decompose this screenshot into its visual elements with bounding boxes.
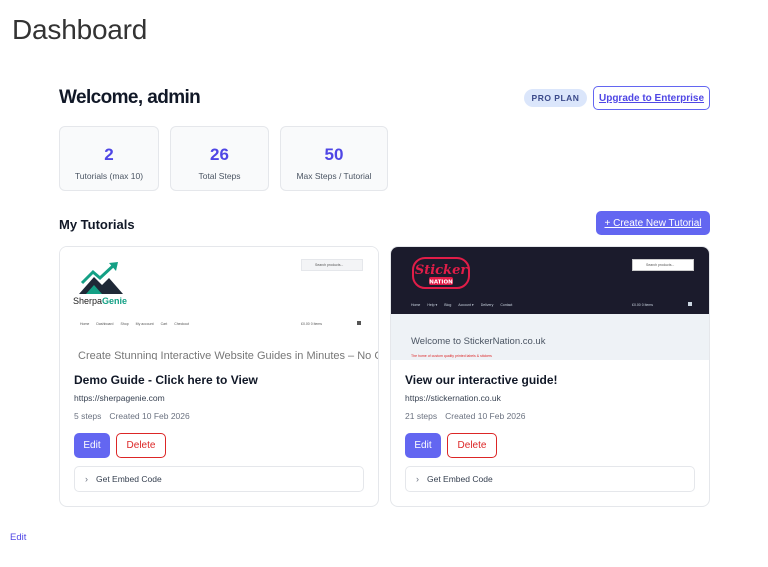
chevron-right-icon: › [85,474,88,484]
welcome-heading: Welcome, admin [59,87,201,108]
cart-icon [357,321,361,325]
plan-badge: PRO PLAN [524,89,587,107]
tutorial-title[interactable]: Demo Guide - Click here to View [74,373,258,387]
footer-edit-link[interactable]: Edit [10,532,26,543]
tutorial-meta: 21 steps Created 10 Feb 2026 [405,411,526,421]
thumbnail-hero-subtitle: The home of custom quality printed label… [411,354,492,358]
sherpagenie-logo-icon [79,262,123,294]
upgrade-enterprise-button[interactable]: Upgrade to Enterprise [593,86,710,110]
embed-code-label: Get Embed Code [96,474,162,484]
tutorial-url: https://sherpagenie.com [74,393,165,403]
stickernation-logo-icon: Sticker NATION [412,257,470,289]
thumbnail-nav: Home Help ▾ Blog Account ▾ Delivery Contact [411,303,513,307]
thumbnail-hero-title: Welcome to StickerNation.co.uk [411,336,546,347]
thumbnail-brand: SherpaGenie [73,296,128,306]
tutorial-title[interactable]: View our interactive guide! [405,373,557,387]
tutorial-meta: 5 steps Created 10 Feb 2026 [74,411,190,421]
page-title: Dashboard [12,14,148,45]
tutorial-thumbnail[interactable]: Sticker NATION Search products... Home He… [391,247,709,360]
thumbnail-search: Search products... [632,259,694,271]
stat-card-tutorials: 2 Tutorials (max 10) [59,126,159,191]
tutorial-card-stickernation: Sticker NATION Search products... Home He… [390,246,710,507]
thumbnail-price: £0.00 0 items [301,322,323,326]
edit-button[interactable]: Edit [74,433,110,458]
stat-label: Max Steps / Tutorial [296,171,372,181]
chevron-right-icon: › [416,474,419,484]
delete-button[interactable]: Delete [116,433,166,458]
tutorial-card-sherpagenie: SherpaGenie Search products... Home Dashb… [59,246,379,507]
stat-value: 50 [324,145,344,164]
stat-value: 2 [104,145,114,164]
stat-card-max-steps: 50 Max Steps / Tutorial [280,126,388,191]
stat-value: 26 [210,145,229,164]
thumbnail-nav: Home Dashboard Shop My account Cart Checkout [80,322,189,326]
embed-code-toggle[interactable]: › Get Embed Code [405,466,695,492]
tutorial-url: https://stickernation.co.uk [405,393,501,403]
svg-text:Sticker: Sticker [415,263,469,278]
tutorial-thumbnail[interactable]: SherpaGenie Search products... Home Dashb… [60,247,378,360]
thumbnail-hero: Welcome to StickerNation.co.uk The home … [391,314,709,360]
stat-label: Tutorials (max 10) [74,171,144,181]
cart-icon [688,302,692,306]
embed-code-label: Get Embed Code [427,474,493,484]
edit-button[interactable]: Edit [405,433,441,458]
embed-code-toggle[interactable]: › Get Embed Code [74,466,364,492]
create-tutorial-button[interactable]: + Create New Tutorial [596,211,710,235]
thumbnail-hero-text: Create Stunning Interactive Website Guid… [78,350,378,360]
stat-card-total-steps: 26 Total Steps [170,126,269,191]
stat-label: Total Steps [198,171,241,181]
delete-button[interactable]: Delete [447,433,497,458]
thumbnail-search: Search products... [301,259,363,271]
thumbnail-price: £0.00 0 items [632,303,654,307]
svg-text:NATION: NATION [429,280,453,286]
section-title-my-tutorials: My Tutorials [59,217,135,232]
